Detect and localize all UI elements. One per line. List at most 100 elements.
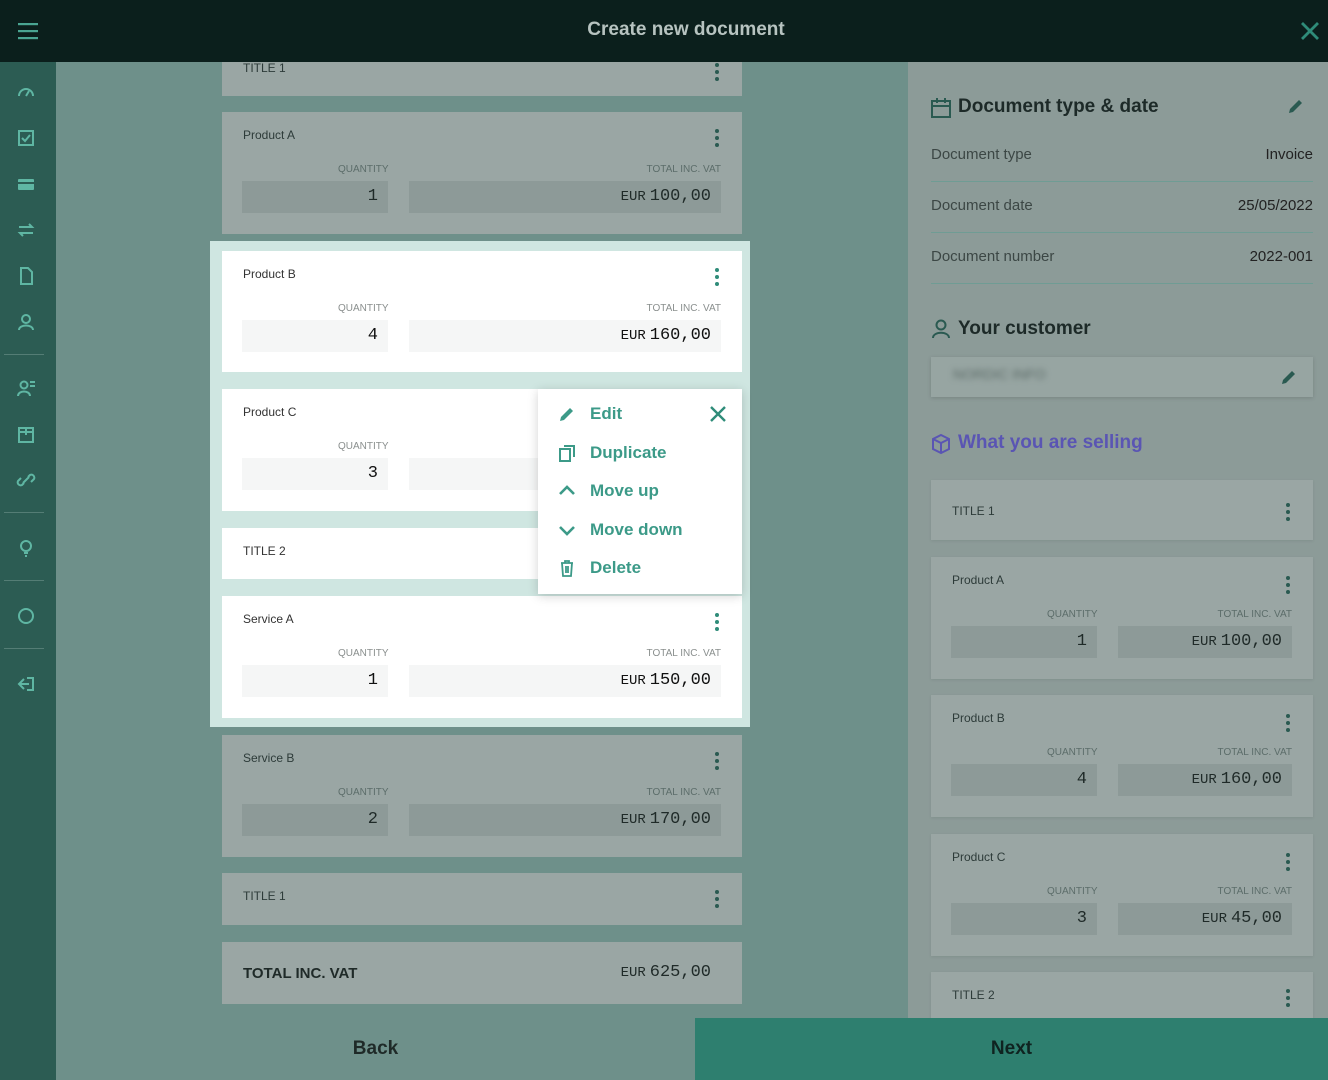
transfer-icon[interactable]	[14, 218, 38, 242]
total-value: 170,00	[649, 810, 711, 829]
summary-item-product-c[interactable]: Product C QUANTITY TOTAL INC. VAT 3 EUR 4…	[931, 834, 1313, 956]
total-label: TOTAL INC. VAT	[1217, 609, 1292, 620]
edit-customer-icon[interactable]	[1279, 367, 1299, 387]
item-name: TITLE 2	[952, 988, 995, 1002]
line-item-title[interactable]: TITLE 1	[222, 62, 742, 96]
summary-panel: Document type & date Document type Invoi…	[908, 62, 1328, 1018]
circle-icon[interactable]	[14, 604, 38, 628]
menu-item-edit[interactable]: Edit	[556, 401, 622, 427]
sidebar-divider	[4, 580, 44, 581]
currency-label: EUR	[1191, 772, 1217, 788]
doc-number-label: Document number	[931, 248, 1055, 265]
more-options-icon[interactable]	[712, 889, 722, 909]
line-item-service-b[interactable]: Service B QUANTITY TOTAL INC. VAT 2 EUR 1…	[222, 735, 742, 857]
menu-button[interactable]	[0, 0, 56, 62]
more-options-icon[interactable]	[1283, 575, 1293, 595]
user-icon[interactable]	[14, 310, 38, 334]
item-name: Product B	[952, 711, 1005, 725]
total-label: TOTAL INC. VAT	[1217, 886, 1292, 897]
quantity-label: QUANTITY	[338, 648, 389, 659]
card-icon[interactable]	[14, 172, 38, 196]
more-options-icon[interactable]	[1283, 713, 1293, 733]
product-box-icon[interactable]	[14, 422, 38, 446]
total-field[interactable]: EUR 160,00	[1118, 764, 1292, 796]
more-options-icon[interactable]	[712, 751, 722, 771]
next-button[interactable]: Next	[695, 1018, 1328, 1080]
more-options-icon[interactable]	[1283, 852, 1293, 872]
more-options-icon[interactable]	[712, 612, 722, 632]
item-name: TITLE 1	[952, 504, 995, 518]
menu-item-move-down[interactable]: Move down	[556, 517, 683, 543]
item-name: Product A	[243, 128, 296, 142]
more-options-icon[interactable]	[1283, 988, 1293, 1008]
contacts-icon[interactable]	[14, 376, 38, 400]
quantity-field[interactable]: 1	[951, 626, 1097, 658]
chevron-up-icon	[556, 480, 578, 502]
total-value: EUR 625,00	[621, 963, 711, 982]
total-value: 160,00	[649, 326, 711, 345]
line-item-product-a[interactable]: Product A QUANTITY TOTAL INC. VAT 1 EUR 1…	[222, 112, 742, 234]
close-menu-icon[interactable]	[708, 404, 728, 424]
summary-item-product-a[interactable]: Product A QUANTITY TOTAL INC. VAT 1 EUR 1…	[931, 557, 1313, 679]
total-field[interactable]: EUR 160,00	[409, 320, 721, 352]
lightbulb-icon[interactable]	[14, 536, 38, 560]
total-field[interactable]: EUR 150,00	[409, 665, 721, 697]
item-name: Product B	[243, 267, 296, 281]
sidebar-divider	[4, 512, 44, 513]
doc-type-label: Document type	[931, 146, 1032, 163]
dashboard-icon[interactable]	[14, 80, 38, 104]
item-name: TITLE 1	[243, 62, 286, 75]
line-item-service-a[interactable]: Service A QUANTITY TOTAL INC. VAT 1 EUR 1…	[222, 596, 742, 718]
edit-icon[interactable]	[1286, 96, 1306, 116]
sidebar-divider	[4, 354, 44, 355]
quantity-field[interactable]: 1	[242, 665, 388, 697]
logout-icon[interactable]	[14, 672, 38, 696]
total-field[interactable]: EUR 100,00	[1118, 626, 1292, 658]
total-field[interactable]: EUR 45,00	[1118, 903, 1292, 935]
summary-item-title[interactable]: TITLE 1	[931, 480, 1313, 540]
quantity-field[interactable]: 1	[242, 181, 388, 213]
total-field[interactable]: EUR 100,00	[409, 181, 721, 213]
more-options-icon[interactable]	[1283, 502, 1293, 522]
item-name: Product A	[952, 573, 1005, 587]
total-label: TOTAL INC. VAT	[243, 965, 358, 982]
more-options-icon[interactable]	[712, 128, 722, 148]
summary-item-product-b[interactable]: Product B QUANTITY TOTAL INC. VAT 4 EUR 1…	[931, 695, 1313, 817]
menu-item-label: Duplicate	[590, 443, 667, 462]
more-options-icon[interactable]	[712, 267, 722, 287]
line-item-product-b[interactable]: Product B QUANTITY TOTAL INC. VAT 4 EUR 1…	[222, 251, 742, 372]
quantity-field[interactable]: 4	[242, 320, 388, 352]
more-options-icon[interactable]	[712, 62, 722, 82]
customer-name: NORDIC INFO	[953, 366, 1046, 382]
item-name: Service A	[243, 612, 294, 626]
close-icon[interactable]	[1298, 19, 1322, 43]
line-item-title[interactable]: TITLE 1	[222, 873, 742, 925]
quantity-field[interactable]: 3	[951, 903, 1097, 935]
menu-item-move-up[interactable]: Move up	[556, 478, 659, 504]
currency-label: EUR	[1201, 911, 1227, 927]
document-icon[interactable]	[14, 264, 38, 288]
pencil-icon	[556, 403, 578, 425]
total-value: 100,00	[1220, 632, 1282, 651]
total-value: 100,00	[649, 187, 711, 206]
menu-icon	[18, 23, 38, 40]
quantity-field[interactable]: 4	[951, 764, 1097, 796]
back-button[interactable]: Back	[56, 1018, 695, 1080]
total-label: TOTAL INC. VAT	[646, 787, 721, 798]
summary-item-title-2[interactable]: TITLE 2	[931, 972, 1313, 1018]
calendar-icon	[931, 98, 951, 118]
link-icon[interactable]	[14, 468, 38, 492]
total-field[interactable]: EUR 170,00	[409, 804, 721, 836]
box-icon	[932, 433, 950, 455]
menu-item-duplicate[interactable]: Duplicate	[556, 440, 667, 466]
item-name: TITLE 1	[243, 889, 286, 903]
quantity-label: QUANTITY	[1047, 747, 1098, 758]
doc-number-value: 2022-001	[1249, 248, 1313, 265]
sidebar-divider	[4, 648, 44, 649]
checklist-icon[interactable]	[14, 126, 38, 150]
quantity-field[interactable]: 2	[242, 804, 388, 836]
quantity-field[interactable]: 3	[242, 458, 388, 490]
total-value: 150,00	[649, 671, 711, 690]
menu-item-delete[interactable]: Delete	[556, 555, 641, 581]
customer-selector[interactable]: NORDIC INFO	[931, 357, 1313, 397]
